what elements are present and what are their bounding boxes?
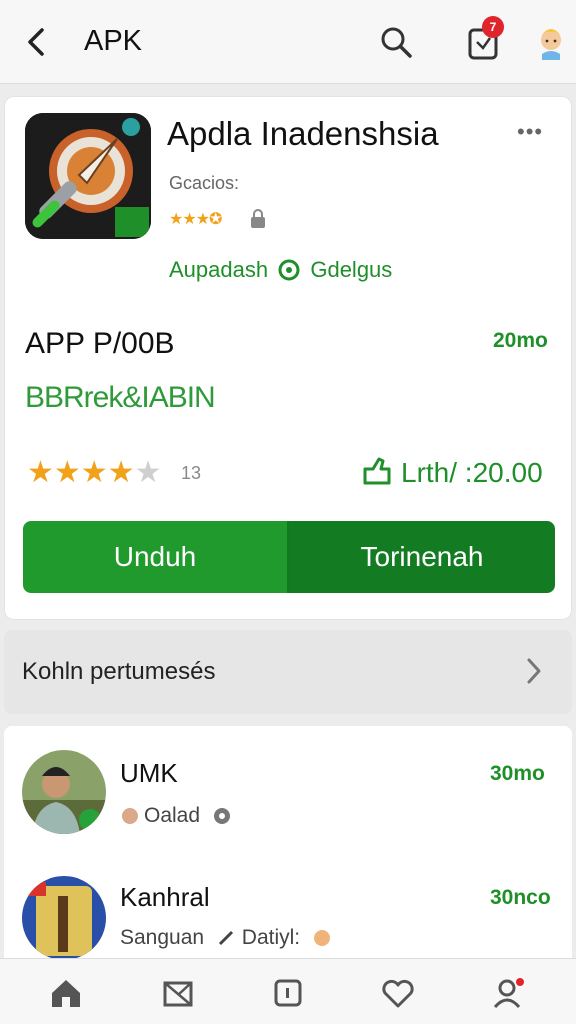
section-row[interactable]: Kohln pertumesés xyxy=(4,630,572,714)
back-arrow-icon[interactable] xyxy=(22,24,52,60)
list-item-sub-left: Sanguan xyxy=(120,926,205,949)
related-apps-list: UMK 30mo Oalad Kanhral 30nco Sanguan Dat… xyxy=(4,726,572,966)
app-tagline: Aupadash Gdelgus xyxy=(169,257,392,283)
rating-stars: ★★★★★ xyxy=(27,455,161,490)
app-icon[interactable] xyxy=(25,113,151,239)
app-detail-card: Apdla Inadenshsia ••• Gcacios: ★★★✪ Aupa… xyxy=(4,96,572,620)
share-text[interactable]: Lrth/ :20.00 xyxy=(401,457,543,489)
app-size-value: 20mo xyxy=(493,329,548,352)
list-item-name: Kanhral xyxy=(120,882,210,912)
avatar xyxy=(22,876,106,960)
app-size-label: APP P/00B xyxy=(25,327,175,360)
tagline-right: Gdelgus xyxy=(310,257,393,282)
top-app-bar: APK 7 xyxy=(0,0,576,84)
section-label: Kohln pertumesés xyxy=(22,658,216,685)
lock-icon xyxy=(251,209,265,228)
user-avatar-icon[interactable] xyxy=(534,22,568,60)
verified-icon xyxy=(278,259,300,281)
list-item-sub-right: Datiyl: xyxy=(241,926,301,949)
settings-icon xyxy=(213,808,230,824)
list-item-sub: Sanguan Datiyl: xyxy=(120,926,332,950)
list-item-value: 30nco xyxy=(490,886,551,909)
app-name: Apdla Inadenshsia xyxy=(167,115,439,152)
list-item-sub: Oalad xyxy=(120,804,232,828)
avatar xyxy=(22,750,106,834)
download-button[interactable]: Unduh xyxy=(23,521,289,593)
home-icon[interactable] xyxy=(48,975,84,1011)
list-item-sub-text: Oalad xyxy=(144,804,201,827)
tagline-left: Aupadash xyxy=(169,257,269,282)
rating-count: 13 xyxy=(181,463,202,483)
app-version: BBRrek&IABIN xyxy=(25,381,216,414)
emoji-icon xyxy=(313,930,330,946)
action-buttons: Unduh Torinenah xyxy=(23,521,555,593)
list-item-name: UMK xyxy=(120,758,178,788)
page-title: APK xyxy=(84,25,143,57)
secondary-button[interactable]: Torinenah xyxy=(289,521,555,593)
search-icon[interactable] xyxy=(378,24,414,60)
chevron-right-icon xyxy=(527,658,541,684)
developer-name[interactable]: Gcacios: xyxy=(169,173,239,194)
heart-icon[interactable] xyxy=(380,975,416,1011)
mail-icon[interactable] xyxy=(160,975,196,1011)
square-icon[interactable] xyxy=(270,975,306,1011)
profile-icon[interactable] xyxy=(490,975,526,1011)
rating-stars-filled: ★★★★ xyxy=(27,456,135,489)
list-item[interactable]: UMK 30mo Oalad xyxy=(4,746,572,856)
emoji-icon xyxy=(122,808,138,824)
list-item-value: 30mo xyxy=(490,762,545,785)
more-icon[interactable]: ••• xyxy=(517,119,543,145)
share-icon[interactable] xyxy=(361,455,393,487)
notification-badge: 7 xyxy=(482,16,504,38)
mini-rating-stars: ★★★✪ xyxy=(169,211,222,228)
link-icon xyxy=(218,930,233,946)
bottom-navigation xyxy=(0,958,576,1024)
rating-stars-empty: ★ xyxy=(134,456,162,489)
